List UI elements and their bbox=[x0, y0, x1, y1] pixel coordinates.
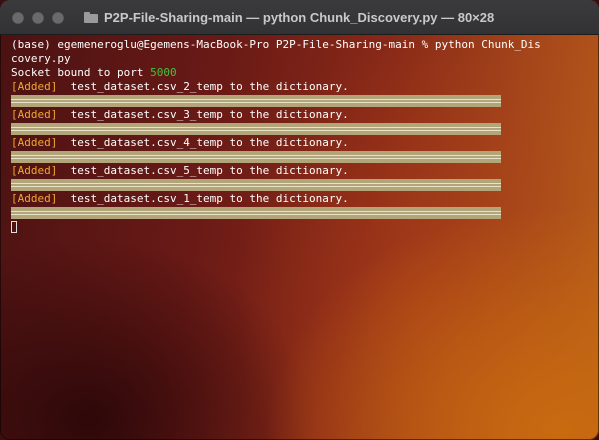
separator-bar bbox=[11, 95, 501, 107]
socket-status-line: Socket bound to port 5000 bbox=[11, 66, 591, 80]
log-line: [Added] test_dataset.csv_5_temp to the d… bbox=[11, 164, 591, 178]
separator-bar bbox=[11, 123, 501, 135]
prompt-line: (base) egemeneroglu@Egemens-MacBook-Pro … bbox=[11, 38, 541, 51]
separator-bar bbox=[11, 151, 501, 163]
cursor-line bbox=[11, 220, 591, 234]
log-message: test_dataset.csv_1_temp to the dictionar… bbox=[57, 192, 349, 205]
terminal-output[interactable]: (base) egemeneroglu@Egemens-MacBook-Pro … bbox=[11, 38, 591, 234]
log-message: test_dataset.csv_4_temp to the dictionar… bbox=[57, 136, 349, 149]
window-controls bbox=[12, 12, 64, 24]
log-line: [Added] test_dataset.csv_4_temp to the d… bbox=[11, 136, 591, 150]
log-message: test_dataset.csv_5_temp to the dictionar… bbox=[57, 164, 349, 177]
separator-bar bbox=[11, 179, 501, 191]
log-line: [Added] test_dataset.csv_1_temp to the d… bbox=[11, 192, 591, 206]
added-tag: [Added] bbox=[11, 136, 58, 149]
terminal-window: P2P-File-Sharing-main — python Chunk_Dis… bbox=[0, 0, 599, 440]
title-bar[interactable]: P2P-File-Sharing-main — python Chunk_Dis… bbox=[0, 0, 599, 35]
socket-status-text: Socket bound to port bbox=[11, 66, 151, 79]
window-title: P2P-File-Sharing-main — python Chunk_Dis… bbox=[84, 9, 494, 25]
zoom-icon[interactable] bbox=[52, 12, 64, 24]
log-line: [Added] test_dataset.csv_3_temp to the d… bbox=[11, 108, 591, 122]
separator-bar bbox=[11, 207, 501, 219]
prompt-line-continuation: covery.py bbox=[11, 52, 71, 65]
socket-port: 5000 bbox=[150, 66, 177, 79]
added-tag: [Added] bbox=[11, 108, 58, 121]
window-title-text: P2P-File-Sharing-main — python Chunk_Dis… bbox=[104, 9, 495, 25]
log-line: [Added] test_dataset.csv_2_temp to the d… bbox=[11, 80, 591, 94]
added-tag: [Added] bbox=[11, 164, 58, 177]
minimize-icon[interactable] bbox=[32, 12, 44, 24]
added-tag: [Added] bbox=[11, 80, 58, 93]
text-cursor bbox=[11, 221, 17, 233]
log-message: test_dataset.csv_3_temp to the dictionar… bbox=[57, 108, 349, 121]
close-icon[interactable] bbox=[12, 12, 24, 24]
added-tag: [Added] bbox=[11, 192, 58, 205]
log-message: test_dataset.csv_2_temp to the dictionar… bbox=[57, 80, 349, 93]
folder-icon bbox=[84, 11, 98, 23]
